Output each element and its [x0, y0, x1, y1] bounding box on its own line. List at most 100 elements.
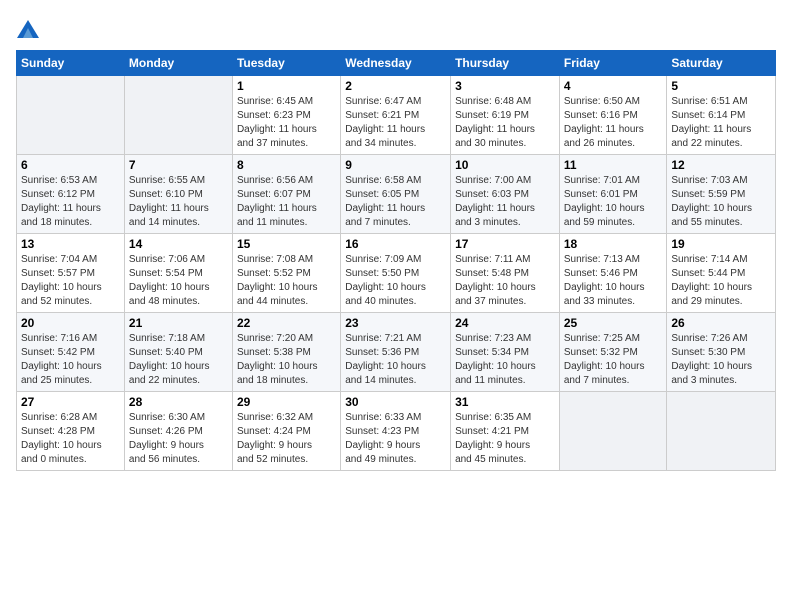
day-info: Sunrise: 7:18 AM Sunset: 5:40 PM Dayligh… — [129, 332, 228, 388]
day-info: Sunrise: 7:04 AM Sunset: 5:57 PM Dayligh… — [21, 253, 120, 309]
calendar-cell: 26Sunrise: 7:26 AM Sunset: 5:30 PM Dayli… — [667, 313, 776, 392]
calendar-cell — [667, 392, 776, 471]
day-info: Sunrise: 7:23 AM Sunset: 5:34 PM Dayligh… — [455, 332, 555, 388]
day-number: 19 — [671, 237, 771, 251]
calendar-cell: 31 Sunrise: 6:35 AM Sunset: 4:21 PM Dayli… — [451, 392, 560, 471]
day-info: Sunrise: 6:51 AM Sunset: 6:14 PM Dayligh… — [671, 95, 771, 151]
day-number: 22 — [237, 316, 336, 330]
calendar-cell — [124, 76, 232, 155]
calendar-cell: 23 Sunrise: 7:21 AM Sunset: 5:36 PM Dayli… — [341, 313, 451, 392]
day-info: Sunrise: 7:13 AM Sunset: 5:46 PM Dayligh… — [564, 253, 663, 309]
day-number: 15 — [237, 237, 336, 251]
page-header — [16, 16, 776, 40]
day-number: 21 — [129, 316, 228, 330]
day-number: 20 — [21, 316, 120, 330]
weekday-header: Friday — [559, 51, 667, 76]
day-number: 8 — [237, 158, 336, 172]
calendar-cell: 29Sunrise: 6:32 AM Sunset: 4:24 PM Dayli… — [232, 392, 340, 471]
day-info: Sunrise: 6:56 AM Sunset: 6:07 PM Dayligh… — [237, 174, 336, 230]
weekday-header: Saturday — [667, 51, 776, 76]
calendar-week-row: 13 Sunrise: 7:04 AM Sunset: 5:57 PM Dayli… — [17, 234, 776, 313]
day-info: Sunrise: 6:45 AM Sunset: 6:23 PM Dayligh… — [237, 95, 336, 151]
day-info: Sunrise: 6:35 AM Sunset: 4:21 PM Dayligh… — [455, 411, 555, 467]
calendar-cell: 17 Sunrise: 7:11 AM Sunset: 5:48 PM Dayli… — [451, 234, 560, 313]
calendar-week-row: 1 Sunrise: 6:45 AM Sunset: 6:23 PM Daylig… — [17, 76, 776, 155]
day-number: 16 — [345, 237, 446, 251]
day-info: Sunrise: 6:28 AM Sunset: 4:28 PM Dayligh… — [21, 411, 120, 467]
day-number: 14 — [129, 237, 228, 251]
day-info: Sunrise: 6:50 AM Sunset: 6:16 PM Dayligh… — [564, 95, 663, 151]
day-info: Sunrise: 7:08 AM Sunset: 5:52 PM Dayligh… — [237, 253, 336, 309]
day-number: 23 — [345, 316, 446, 330]
weekday-header: Sunday — [17, 51, 125, 76]
day-info: Sunrise: 7:26 AM Sunset: 5:30 PM Dayligh… — [671, 332, 771, 388]
calendar-cell: 11 Sunrise: 7:01 AM Sunset: 6:01 PM Dayli… — [559, 155, 667, 234]
calendar-cell: 8 Sunrise: 6:56 AM Sunset: 6:07 PM Daylig… — [232, 155, 340, 234]
day-info: Sunrise: 7:00 AM Sunset: 6:03 PM Dayligh… — [455, 174, 555, 230]
weekday-header: Tuesday — [232, 51, 340, 76]
day-info: Sunrise: 7:09 AM Sunset: 5:50 PM Dayligh… — [345, 253, 446, 309]
day-info: Sunrise: 6:58 AM Sunset: 6:05 PM Dayligh… — [345, 174, 446, 230]
calendar-table: SundayMondayTuesdayWednesdayThursdayFrid… — [16, 50, 776, 471]
day-info: Sunrise: 7:25 AM Sunset: 5:32 PM Dayligh… — [564, 332, 663, 388]
calendar-week-row: 27 Sunrise: 6:28 AM Sunset: 4:28 PM Dayli… — [17, 392, 776, 471]
calendar-cell: 13 Sunrise: 7:04 AM Sunset: 5:57 PM Dayli… — [17, 234, 125, 313]
calendar-cell: 30 Sunrise: 6:33 AM Sunset: 4:23 PM Dayli… — [341, 392, 451, 471]
calendar-cell: 12 Sunrise: 7:03 AM Sunset: 5:59 PM Dayli… — [667, 155, 776, 234]
day-info: Sunrise: 7:14 AM Sunset: 5:44 PM Dayligh… — [671, 253, 771, 309]
day-number: 9 — [345, 158, 446, 172]
calendar-cell: 15 Sunrise: 7:08 AM Sunset: 5:52 PM Dayli… — [232, 234, 340, 313]
day-info: Sunrise: 7:20 AM Sunset: 5:38 PM Dayligh… — [237, 332, 336, 388]
calendar-cell: 27 Sunrise: 6:28 AM Sunset: 4:28 PM Dayli… — [17, 392, 125, 471]
calendar-week-row: 6Sunrise: 6:53 AM Sunset: 6:12 PM Daylig… — [17, 155, 776, 234]
day-info: Sunrise: 6:55 AM Sunset: 6:10 PM Dayligh… — [129, 174, 228, 230]
calendar-cell: 22 Sunrise: 7:20 AM Sunset: 5:38 PM Dayli… — [232, 313, 340, 392]
logo — [16, 16, 41, 40]
day-info: Sunrise: 7:06 AM Sunset: 5:54 PM Dayligh… — [129, 253, 228, 309]
day-info: Sunrise: 7:03 AM Sunset: 5:59 PM Dayligh… — [671, 174, 771, 230]
calendar-cell: 25 Sunrise: 7:25 AM Sunset: 5:32 PM Dayli… — [559, 313, 667, 392]
day-number: 31 — [455, 395, 555, 409]
day-number: 17 — [455, 237, 555, 251]
calendar-cell — [559, 392, 667, 471]
day-number: 25 — [564, 316, 663, 330]
day-number: 12 — [671, 158, 771, 172]
day-number: 4 — [564, 79, 663, 93]
day-number: 29 — [237, 395, 336, 409]
day-info: Sunrise: 7:01 AM Sunset: 6:01 PM Dayligh… — [564, 174, 663, 230]
day-number: 30 — [345, 395, 446, 409]
day-info: Sunrise: 7:21 AM Sunset: 5:36 PM Dayligh… — [345, 332, 446, 388]
day-number: 1 — [237, 79, 336, 93]
weekday-header: Thursday — [451, 51, 560, 76]
day-number: 11 — [564, 158, 663, 172]
calendar-cell: 20 Sunrise: 7:16 AM Sunset: 5:42 PM Dayli… — [17, 313, 125, 392]
logo-icon — [17, 20, 39, 38]
calendar-cell: 9 Sunrise: 6:58 AM Sunset: 6:05 PM Daylig… — [341, 155, 451, 234]
calendar-cell: 5Sunrise: 6:51 AM Sunset: 6:14 PM Daylig… — [667, 76, 776, 155]
day-number: 10 — [455, 158, 555, 172]
calendar-cell: 14 Sunrise: 7:06 AM Sunset: 5:54 PM Dayli… — [124, 234, 232, 313]
calendar-cell: 21 Sunrise: 7:18 AM Sunset: 5:40 PM Dayli… — [124, 313, 232, 392]
calendar-cell: 16 Sunrise: 7:09 AM Sunset: 5:50 PM Dayli… — [341, 234, 451, 313]
day-info: Sunrise: 7:11 AM Sunset: 5:48 PM Dayligh… — [455, 253, 555, 309]
day-number: 13 — [21, 237, 120, 251]
calendar-week-row: 20 Sunrise: 7:16 AM Sunset: 5:42 PM Dayli… — [17, 313, 776, 392]
calendar-cell: 19 Sunrise: 7:14 AM Sunset: 5:44 PM Dayli… — [667, 234, 776, 313]
day-number: 7 — [129, 158, 228, 172]
day-info: Sunrise: 6:33 AM Sunset: 4:23 PM Dayligh… — [345, 411, 446, 467]
calendar-cell: 3Sunrise: 6:48 AM Sunset: 6:19 PM Daylig… — [451, 76, 560, 155]
calendar-header-row: SundayMondayTuesdayWednesdayThursdayFrid… — [17, 51, 776, 76]
day-info: Sunrise: 7:16 AM Sunset: 5:42 PM Dayligh… — [21, 332, 120, 388]
weekday-header: Wednesday — [341, 51, 451, 76]
calendar-cell: 18 Sunrise: 7:13 AM Sunset: 5:46 PM Dayli… — [559, 234, 667, 313]
day-info: Sunrise: 6:48 AM Sunset: 6:19 PM Dayligh… — [455, 95, 555, 151]
calendar-cell: 24Sunrise: 7:23 AM Sunset: 5:34 PM Dayli… — [451, 313, 560, 392]
day-number: 27 — [21, 395, 120, 409]
weekday-header: Monday — [124, 51, 232, 76]
day-number: 2 — [345, 79, 446, 93]
calendar-cell: 2Sunrise: 6:47 AM Sunset: 6:21 PM Daylig… — [341, 76, 451, 155]
day-number: 18 — [564, 237, 663, 251]
calendar-cell — [17, 76, 125, 155]
calendar-cell: 4 Sunrise: 6:50 AM Sunset: 6:16 PM Daylig… — [559, 76, 667, 155]
calendar-cell: 1 Sunrise: 6:45 AM Sunset: 6:23 PM Daylig… — [232, 76, 340, 155]
